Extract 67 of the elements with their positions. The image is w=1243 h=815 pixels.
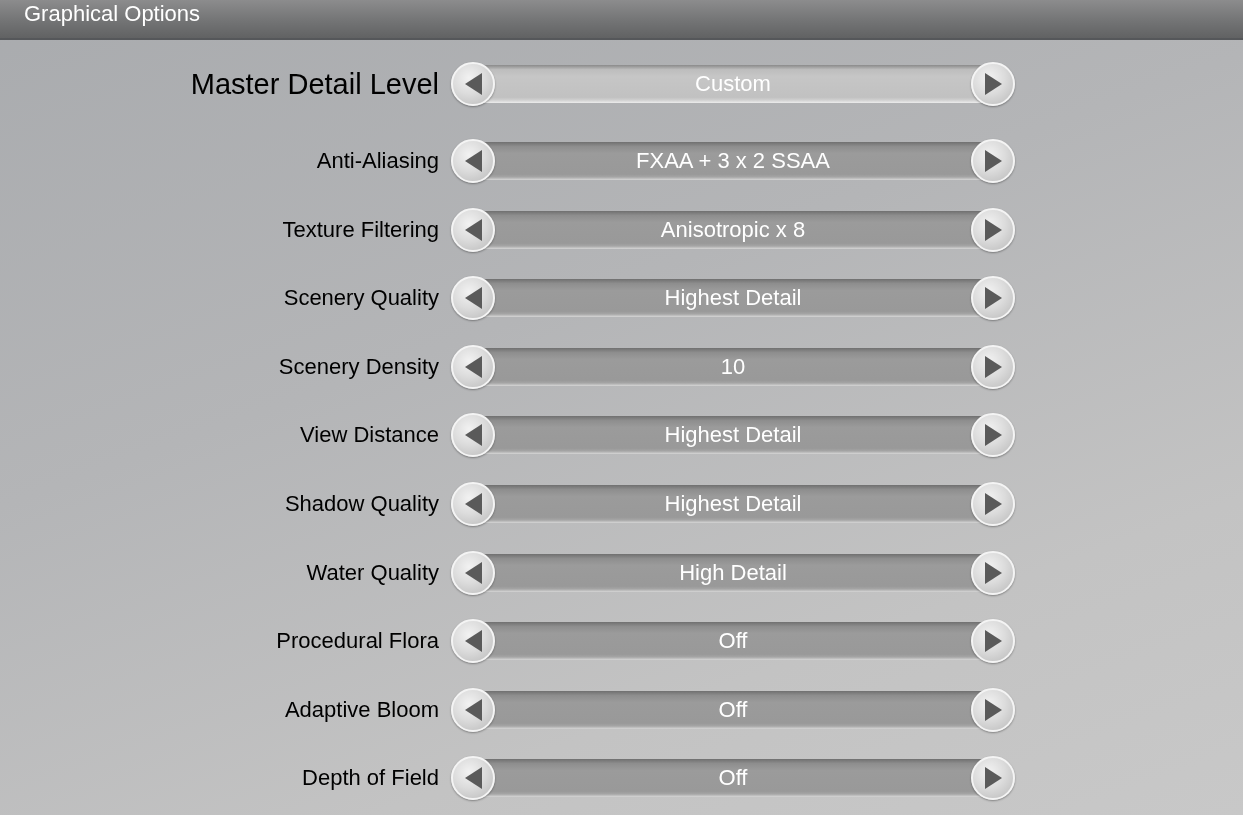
next-button[interactable] [971, 482, 1015, 526]
next-button[interactable] [971, 687, 1015, 732]
left-triangle-icon [464, 287, 482, 310]
right-triangle-icon [984, 424, 1002, 447]
setting-label: Texture Filtering [282, 216, 439, 243]
option-value: Off [718, 696, 748, 723]
setting-label: Scenery Quality [283, 285, 439, 312]
previous-button[interactable] [451, 756, 495, 801]
left-triangle-icon [464, 150, 482, 173]
right-triangle-icon [984, 493, 1002, 515]
right-triangle-icon [984, 150, 1002, 173]
left-triangle-icon [464, 561, 482, 584]
next-button[interactable] [971, 413, 1015, 458]
setting-label: Water Quality [306, 559, 439, 586]
option-value: Highest Detail [664, 491, 802, 517]
setting-label: Depth of Field [302, 765, 439, 792]
next-button[interactable] [971, 550, 1015, 595]
previous-button[interactable] [451, 482, 495, 526]
setting-label: View Distance [300, 422, 439, 449]
previous-button[interactable] [451, 687, 495, 732]
next-button[interactable] [971, 619, 1015, 664]
option-value: FXAA + 3 x 2 SSAA [636, 148, 830, 175]
left-triangle-icon [464, 493, 482, 515]
right-triangle-icon [984, 355, 1002, 378]
next-button[interactable] [971, 207, 1015, 252]
right-triangle-icon [984, 767, 1002, 790]
previous-button[interactable] [451, 276, 495, 321]
right-triangle-icon [984, 73, 1002, 95]
left-triangle-icon [464, 698, 482, 721]
right-triangle-icon [984, 287, 1002, 310]
right-triangle-icon [984, 561, 1002, 584]
next-button[interactable] [971, 276, 1015, 321]
left-triangle-icon [464, 218, 482, 241]
option-value: Off [718, 628, 748, 655]
setting-label: Procedural Flora [276, 628, 439, 655]
left-triangle-icon [464, 355, 482, 378]
previous-button[interactable] [451, 207, 495, 252]
option-value: Anisotropic x 8 [660, 216, 806, 243]
left-triangle-icon [464, 630, 482, 653]
option-value: Off [718, 765, 748, 792]
next-button[interactable] [971, 62, 1015, 106]
setting-label: Scenery Density [278, 353, 439, 380]
next-button[interactable] [971, 344, 1015, 389]
next-button[interactable] [971, 139, 1015, 184]
right-triangle-icon [984, 218, 1002, 241]
option-value: 10 [720, 353, 746, 380]
window-title: Graphical Options [24, 1, 201, 27]
previous-button[interactable] [451, 619, 495, 664]
option-value: Custom [695, 71, 771, 97]
next-button[interactable] [971, 756, 1015, 801]
previous-button[interactable] [451, 62, 495, 106]
left-triangle-icon [464, 424, 482, 447]
right-triangle-icon [984, 630, 1002, 653]
previous-button[interactable] [451, 550, 495, 595]
previous-button[interactable] [451, 413, 495, 458]
option-value: High Detail [679, 559, 787, 586]
setting-label: Shadow Quality [284, 491, 439, 517]
right-triangle-icon [984, 698, 1002, 721]
left-triangle-icon [464, 767, 482, 790]
option-value: Highest Detail [664, 285, 802, 312]
setting-label: Master Detail Level [190, 67, 439, 101]
option-value: Highest Detail [664, 422, 802, 449]
setting-label: Anti-Aliasing [316, 148, 439, 175]
previous-button[interactable] [451, 344, 495, 389]
setting-label: Adaptive Bloom [284, 696, 439, 723]
left-triangle-icon [464, 73, 482, 95]
previous-button[interactable] [451, 139, 495, 184]
